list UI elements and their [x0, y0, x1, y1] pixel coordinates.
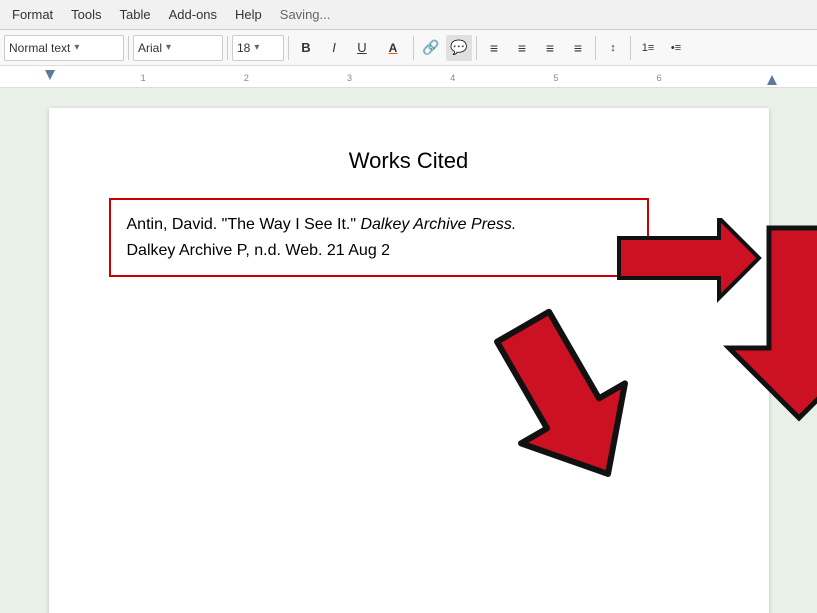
menu-help[interactable]: Help	[227, 3, 270, 26]
comment-button[interactable]: 💬	[446, 35, 472, 61]
pointer-arrow-svg	[489, 283, 749, 583]
separator-3	[288, 36, 289, 60]
citation-line-2: Dalkey Archive P, n.d. Web. 21 Aug 2	[127, 238, 631, 264]
ruler-mark-3: 3	[347, 73, 352, 83]
menu-table[interactable]: Table	[112, 3, 159, 26]
font-color-button[interactable]: A	[377, 35, 409, 61]
font-size-dropdown[interactable]: 18 ▾	[232, 35, 284, 61]
paragraph-style-dropdown[interactable]: Normal text ▾	[4, 35, 124, 61]
separator-4	[413, 36, 414, 60]
font-arrow-icon: ▾	[166, 42, 171, 53]
menu-tools[interactable]: Tools	[63, 3, 109, 26]
ruler-mark-2: 2	[244, 73, 249, 83]
style-arrow-icon: ▾	[74, 42, 79, 53]
align-center-button[interactable]: ≡	[509, 35, 535, 61]
ruler-mark-5: 5	[553, 73, 558, 83]
size-arrow-icon: ▾	[254, 42, 259, 53]
ruler-mark-1: 1	[141, 73, 146, 83]
size-label: 18	[237, 41, 250, 55]
page: Works Cited Antin, David. "The Way I See…	[49, 108, 769, 613]
ruler-end-marker	[767, 74, 777, 88]
menu-bar: Format Tools Table Add-ons Help Saving..…	[0, 0, 817, 30]
bullet-list-button[interactable]: •≡	[663, 35, 689, 61]
citation-italic-text: Dalkey Archive Press.	[360, 216, 516, 233]
ruler-mark-4: 4	[450, 73, 455, 83]
citation-line-1: Antin, David. "The Way I See It." Dalkey…	[127, 212, 631, 238]
page-title: Works Cited	[109, 148, 709, 174]
separator-1	[128, 36, 129, 60]
style-label: Normal text	[9, 41, 70, 55]
arrow-overlay	[489, 283, 749, 588]
underline-button[interactable]: U	[349, 35, 375, 61]
citation-block: Antin, David. "The Way I See It." Dalkey…	[109, 198, 649, 277]
separator-5	[476, 36, 477, 60]
ruler: 1 2 3 4 5 6	[0, 66, 817, 88]
align-justify-button[interactable]: ≡	[565, 35, 591, 61]
bold-button[interactable]: B	[293, 35, 319, 61]
numbered-list-button[interactable]: 1≡	[635, 35, 661, 61]
ruler-marker-left	[45, 70, 55, 80]
align-left-button[interactable]: ≡	[481, 35, 507, 61]
italic-button[interactable]: I	[321, 35, 347, 61]
document-area: Works Cited Antin, David. "The Way I See…	[0, 88, 817, 613]
font-name-dropdown[interactable]: Arial ▾	[133, 35, 223, 61]
menu-format[interactable]: Format	[4, 3, 61, 26]
ruler-mark-6: 6	[657, 73, 662, 83]
toolbar: Normal text ▾ Arial ▾ 18 ▾ B I U A 🔗 💬 ≡…	[0, 30, 817, 66]
color-letter: A	[389, 41, 398, 55]
menu-addons[interactable]: Add-ons	[161, 3, 225, 26]
separator-2	[227, 36, 228, 60]
font-label: Arial	[138, 41, 162, 55]
saving-status: Saving...	[280, 7, 331, 22]
line-spacing-button[interactable]: ↕	[600, 35, 626, 61]
separator-6	[595, 36, 596, 60]
align-right-button[interactable]: ≡	[537, 35, 563, 61]
citation-normal-text: Antin, David. "The Way I See It."	[127, 216, 361, 233]
separator-7	[630, 36, 631, 60]
link-button[interactable]: 🔗	[418, 35, 444, 61]
